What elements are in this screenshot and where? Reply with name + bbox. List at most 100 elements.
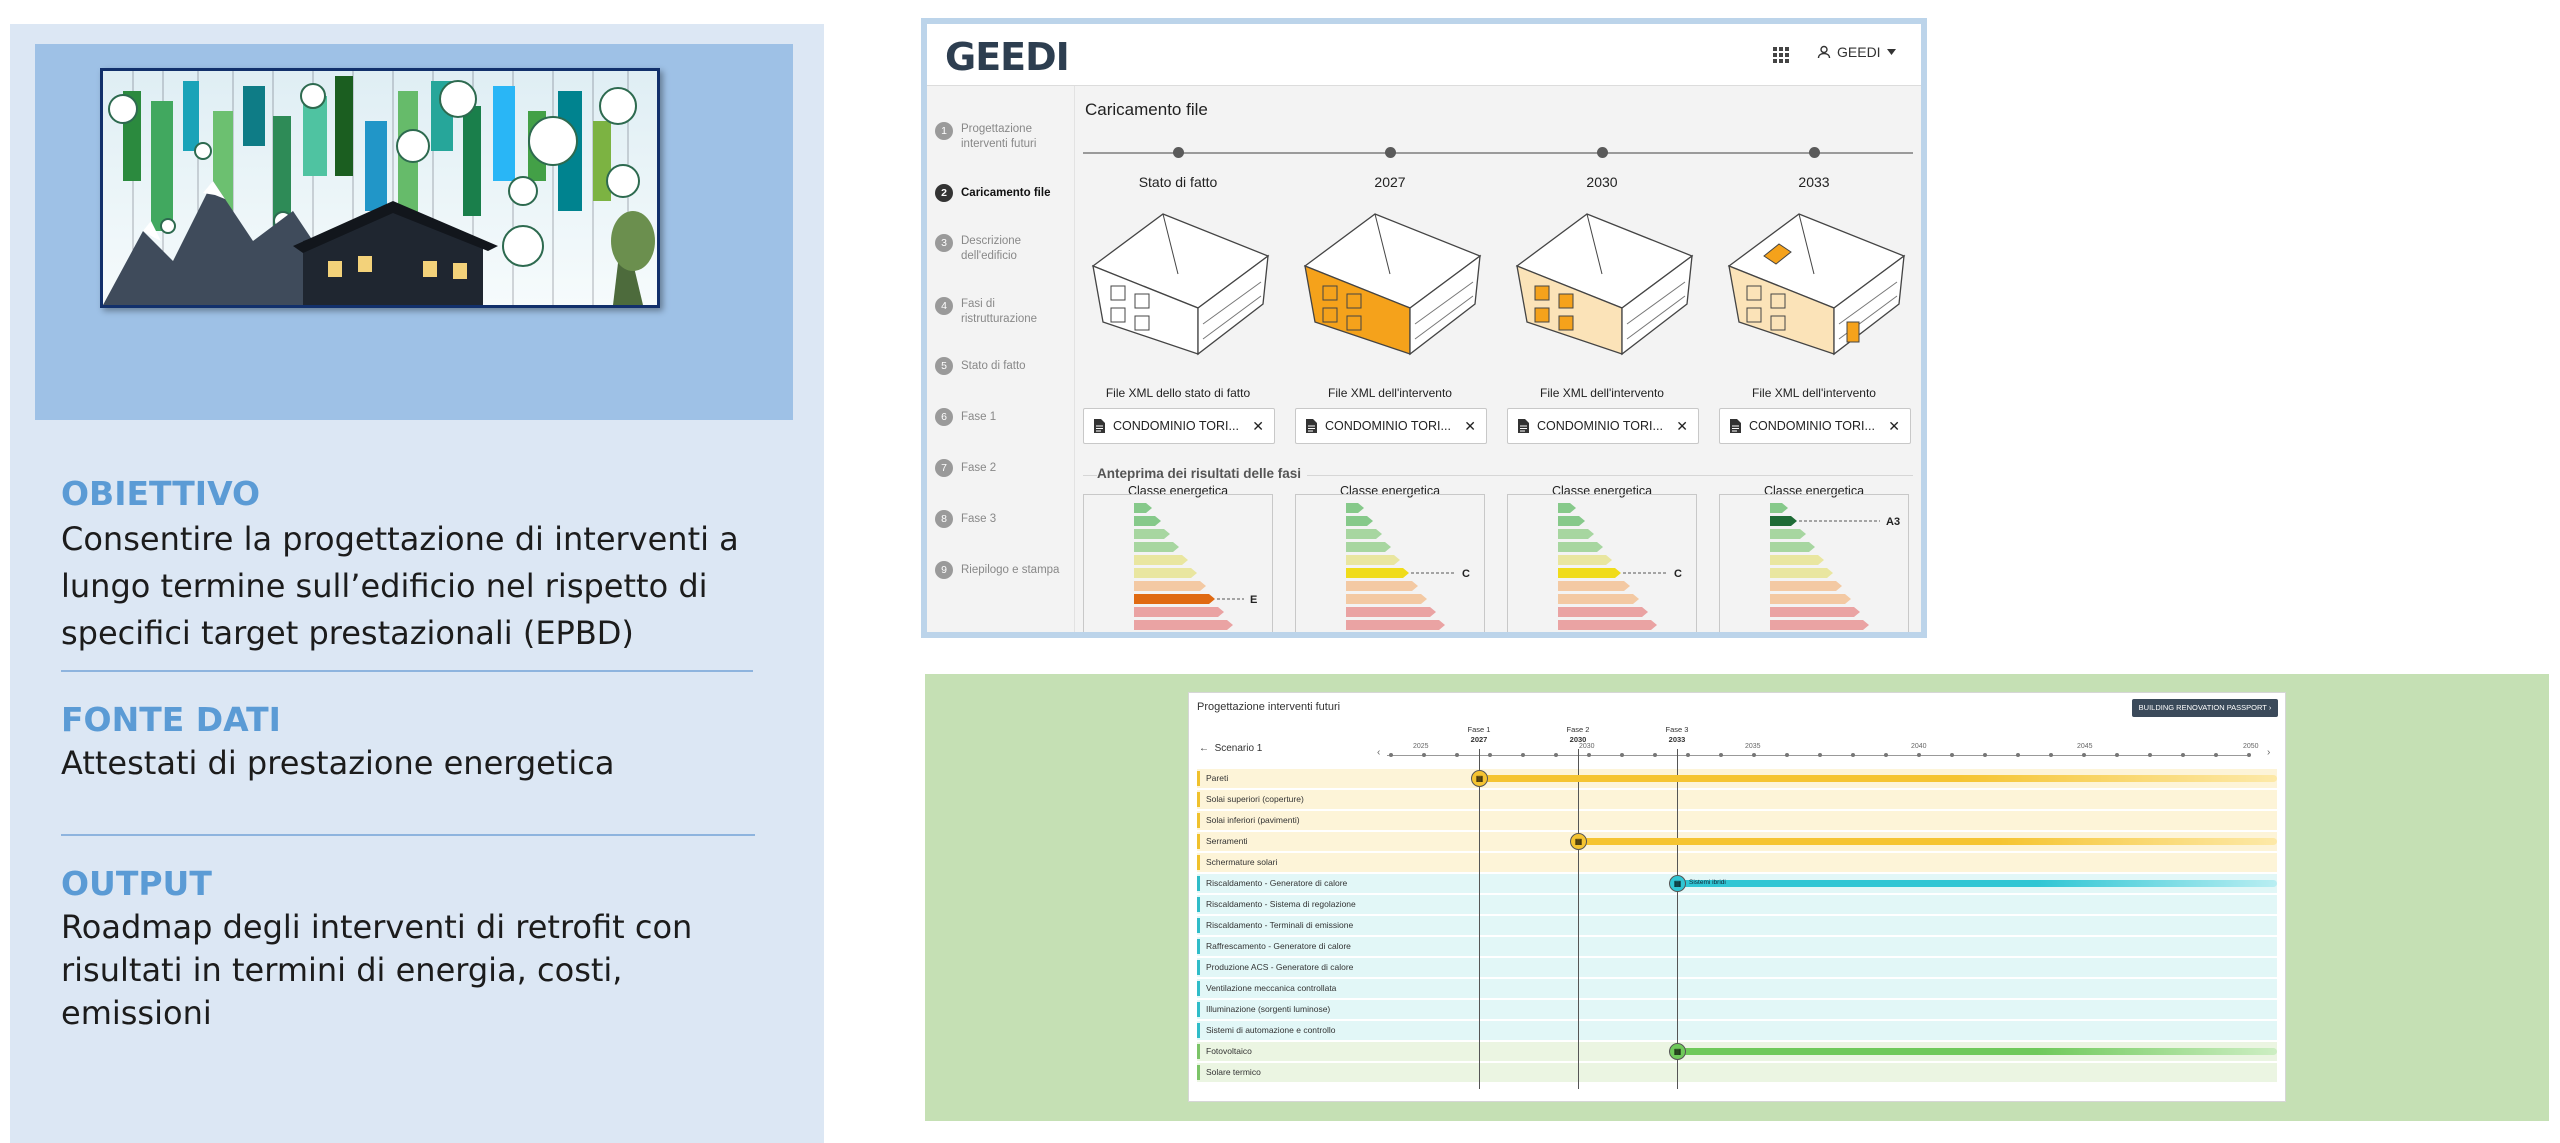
year-tick-label: 2045	[2077, 743, 2093, 750]
roadmap-row-label: Illuminazione (sorgenti luminose)	[1206, 1004, 1331, 1014]
step-label: Fase 3	[961, 513, 997, 525]
roadmap-row-label: Solare termico	[1206, 1067, 1261, 1077]
energy-class-value: A3	[1886, 516, 1900, 528]
step-7[interactable]: 7 Fase 2	[935, 459, 1073, 477]
scenario-back-link[interactable]: ← Scenario 1	[1199, 743, 1262, 754]
year-tick-dot	[2181, 753, 2185, 757]
roadmap-row[interactable]: Ventilazione meccanica controllata	[1197, 979, 2277, 998]
file-field-label: File XML dello stato di fatto	[1105, 386, 1251, 400]
hero-illustration	[100, 68, 660, 308]
roadmap-row[interactable]: Riscaldamento - Terminali di emissione	[1197, 916, 2277, 935]
step-number: 3	[935, 234, 953, 252]
file-icon	[1306, 419, 1317, 433]
uploaded-file-chip[interactable]: CONDOMINIO TORI... ✕	[1719, 408, 1911, 444]
intervention-marker-icon[interactable]: ▦	[1669, 1043, 1686, 1060]
step-8[interactable]: 8 Fase 3	[935, 510, 1073, 528]
year-tick-dot	[1917, 753, 1921, 757]
step-6[interactable]: 6 Fase 1	[935, 408, 1073, 426]
energy-class-bar	[1558, 581, 1630, 591]
year-tick-dot	[2148, 753, 2152, 757]
timeline-prev-button[interactable]: ‹	[1377, 747, 1380, 758]
energy-class-bar	[1558, 620, 1657, 630]
close-icon[interactable]: ✕	[1676, 418, 1688, 435]
renovation-passport-button[interactable]: BUILDING RENOVATION PASSPORT ›	[2132, 699, 2278, 717]
roadmap-row[interactable]: Riscaldamento - Sistema di regolazione	[1197, 895, 2277, 914]
objective-line: specifici target prestazionali (EPBD)	[61, 614, 634, 652]
roadmap-row-label: Riscaldamento - Sistema di regolazione	[1206, 899, 1356, 909]
intervention-marker-icon[interactable]: ▦	[1669, 875, 1686, 892]
year-tick-label: 2040	[1911, 743, 1927, 750]
year-tick-dot	[1884, 753, 1888, 757]
roadmap-row-label: Produzione ACS - Generatore di calore	[1206, 962, 1354, 972]
output-text: Roadmap degli interventi di retrofit con…	[61, 906, 692, 1035]
roadmap-row-label: Ventilazione meccanica controllata	[1206, 983, 1337, 993]
intervention-bar[interactable]	[1677, 880, 2277, 887]
file-name: CONDOMINIO TORI...	[1749, 419, 1875, 433]
building-illustration	[1727, 213, 1906, 356]
intervention-bar[interactable]	[1677, 1048, 2277, 1055]
intervention-marker-icon[interactable]: ▦	[1570, 833, 1587, 850]
energy-class-bar	[1770, 555, 1824, 565]
step-3[interactable]: 3 Descrizione dell'edificio	[935, 234, 1073, 264]
energy-class-bar	[1770, 568, 1833, 578]
energy-class-scale: C	[1558, 503, 1682, 630]
energy-class-bar	[1346, 503, 1364, 513]
close-icon[interactable]: ✕	[1888, 418, 1900, 435]
roadmap-row-label: Schermature solari	[1206, 857, 1278, 867]
year-tick-dot	[2082, 753, 2086, 757]
roadmap-row[interactable]: Sistemi di automazione e controllo	[1197, 1021, 2277, 1040]
phase-name: Fase 3	[1665, 725, 1689, 734]
timeline-milestone[interactable]	[1597, 147, 1608, 158]
energy-class-bar	[1770, 516, 1797, 526]
timeline-milestone[interactable]	[1809, 147, 1820, 158]
roadmap-row[interactable]: Raffrescamento - Generatore di calore	[1197, 937, 2277, 956]
roadmap-row[interactable]: Produzione ACS - Generatore di calore	[1197, 958, 2277, 977]
step-1[interactable]: 1 Progettazione interventi futuri	[935, 122, 1073, 152]
intervention-bar[interactable]	[1479, 775, 2277, 782]
user-menu-button[interactable]: GEEDI	[1817, 44, 1896, 60]
energy-class-card: C	[1295, 494, 1485, 632]
uploaded-file-chip[interactable]: CONDOMINIO TORI... ✕	[1083, 408, 1275, 444]
year-tick-dot	[2115, 753, 2119, 757]
timeline-next-button[interactable]: ›	[2267, 747, 2270, 758]
data-source-text: Attestati di prestazione energetica	[61, 740, 615, 787]
roadmap-row-label: Riscaldamento - Terminali di emissione	[1206, 920, 1354, 930]
file-name: CONDOMINIO TORI...	[1113, 419, 1239, 433]
roadmap-title: Progettazione interventi futuri	[1197, 701, 1341, 713]
roadmap-row[interactable]: Solai superiori (coperture)	[1197, 790, 2277, 809]
roadmap-row[interactable]: Solare termico	[1197, 1063, 2277, 1082]
milestone-label: 2027	[1374, 174, 1406, 190]
roadmap-row[interactable]: Illuminazione (sorgenti luminose)	[1197, 1000, 2277, 1019]
step-label: Fasi di ristrutturazione	[961, 298, 1038, 325]
caret-down-icon	[1886, 49, 1896, 55]
section-divider	[61, 670, 753, 672]
output-line: emissioni	[61, 994, 212, 1032]
uploaded-file-chip[interactable]: CONDOMINIO TORI... ✕	[1295, 408, 1487, 444]
output-line: Roadmap degli interventi di retrofit con	[61, 908, 693, 946]
roadmap-row[interactable]: Solai inferiori (pavimenti)	[1197, 811, 2277, 830]
year-tick-dot	[2247, 753, 2251, 757]
energy-class-bar	[1134, 620, 1233, 630]
step-4[interactable]: 4 Fasi di ristrutturazione	[935, 297, 1073, 327]
timeline-milestone[interactable]	[1385, 147, 1396, 158]
close-icon[interactable]: ✕	[1464, 418, 1476, 435]
intervention-bar[interactable]	[1578, 838, 2277, 845]
close-icon[interactable]: ✕	[1252, 418, 1264, 435]
phase-year: 2030	[1569, 735, 1587, 744]
energy-class-bar	[1346, 594, 1427, 604]
geedi-logo[interactable]: GEEDI	[945, 35, 1070, 79]
file-field-label: File XML dell'intervento	[1328, 386, 1452, 400]
grid-icon[interactable]	[1772, 46, 1790, 64]
step-5[interactable]: 5 Stato di fatto	[935, 357, 1073, 375]
phase-line	[1677, 749, 1678, 1089]
energy-class-bar	[1770, 620, 1869, 630]
step-2[interactable]: 2 Caricamento file	[935, 184, 1073, 202]
year-tick-label: 2050	[2243, 743, 2259, 750]
intervention-marker-icon[interactable]: ▦	[1471, 770, 1488, 787]
energy-class-value: C	[1462, 568, 1470, 580]
building-illustration	[1091, 213, 1270, 356]
roadmap-row[interactable]: Schermature solari	[1197, 853, 2277, 872]
uploaded-file-chip[interactable]: CONDOMINIO TORI... ✕	[1507, 408, 1699, 444]
timeline-milestone[interactable]	[1173, 147, 1184, 158]
step-9[interactable]: 9 Riepilogo e stampa	[935, 561, 1073, 579]
